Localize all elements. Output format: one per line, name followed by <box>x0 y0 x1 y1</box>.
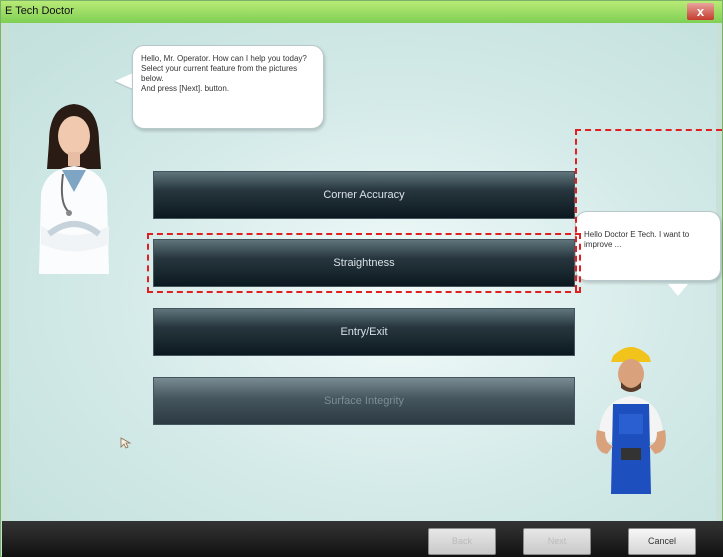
cancel-button[interactable]: Cancel <box>628 528 696 555</box>
doctor-bubble-tail <box>115 73 133 89</box>
entry-exit-label: Entry/Exit <box>340 326 388 338</box>
doctor-line-2: Select your current feature from the pic… <box>141 64 298 83</box>
close-button[interactable]: x <box>687 3 714 20</box>
doctor-speech-bubble: Hello, Mr. Operator. How can I help you … <box>132 45 324 129</box>
app-window: E Tech Doctor x Hello, Mr. Operator. How… <box>0 0 723 557</box>
doctor-line-3: And press [Next]. button. <box>141 84 230 93</box>
surface-integrity-button[interactable]: Surface Integrity <box>153 377 575 425</box>
doctor-avatar <box>39 104 109 274</box>
doctor-line-1: Hello, Mr. Operator. How can I help you … <box>141 54 307 63</box>
back-button[interactable]: Back <box>428 528 496 555</box>
corner-accuracy-button[interactable]: Corner Accuracy <box>153 171 575 219</box>
title-bar: E Tech Doctor x <box>1 1 722 23</box>
surface-integrity-label: Surface Integrity <box>323 395 405 407</box>
pointer-icon <box>120 437 131 449</box>
worker-avatar <box>596 347 666 494</box>
straightness-highlight <box>147 233 581 293</box>
corner-accuracy-label: Corner Accuracy <box>323 189 405 201</box>
footer-bar <box>2 521 723 557</box>
close-icon: x <box>696 4 705 19</box>
worker-highlight <box>575 129 722 291</box>
window-title: E Tech Doctor <box>5 5 74 17</box>
next-button[interactable]: Next <box>523 528 591 555</box>
entry-exit-button[interactable]: Entry/Exit <box>153 308 575 356</box>
